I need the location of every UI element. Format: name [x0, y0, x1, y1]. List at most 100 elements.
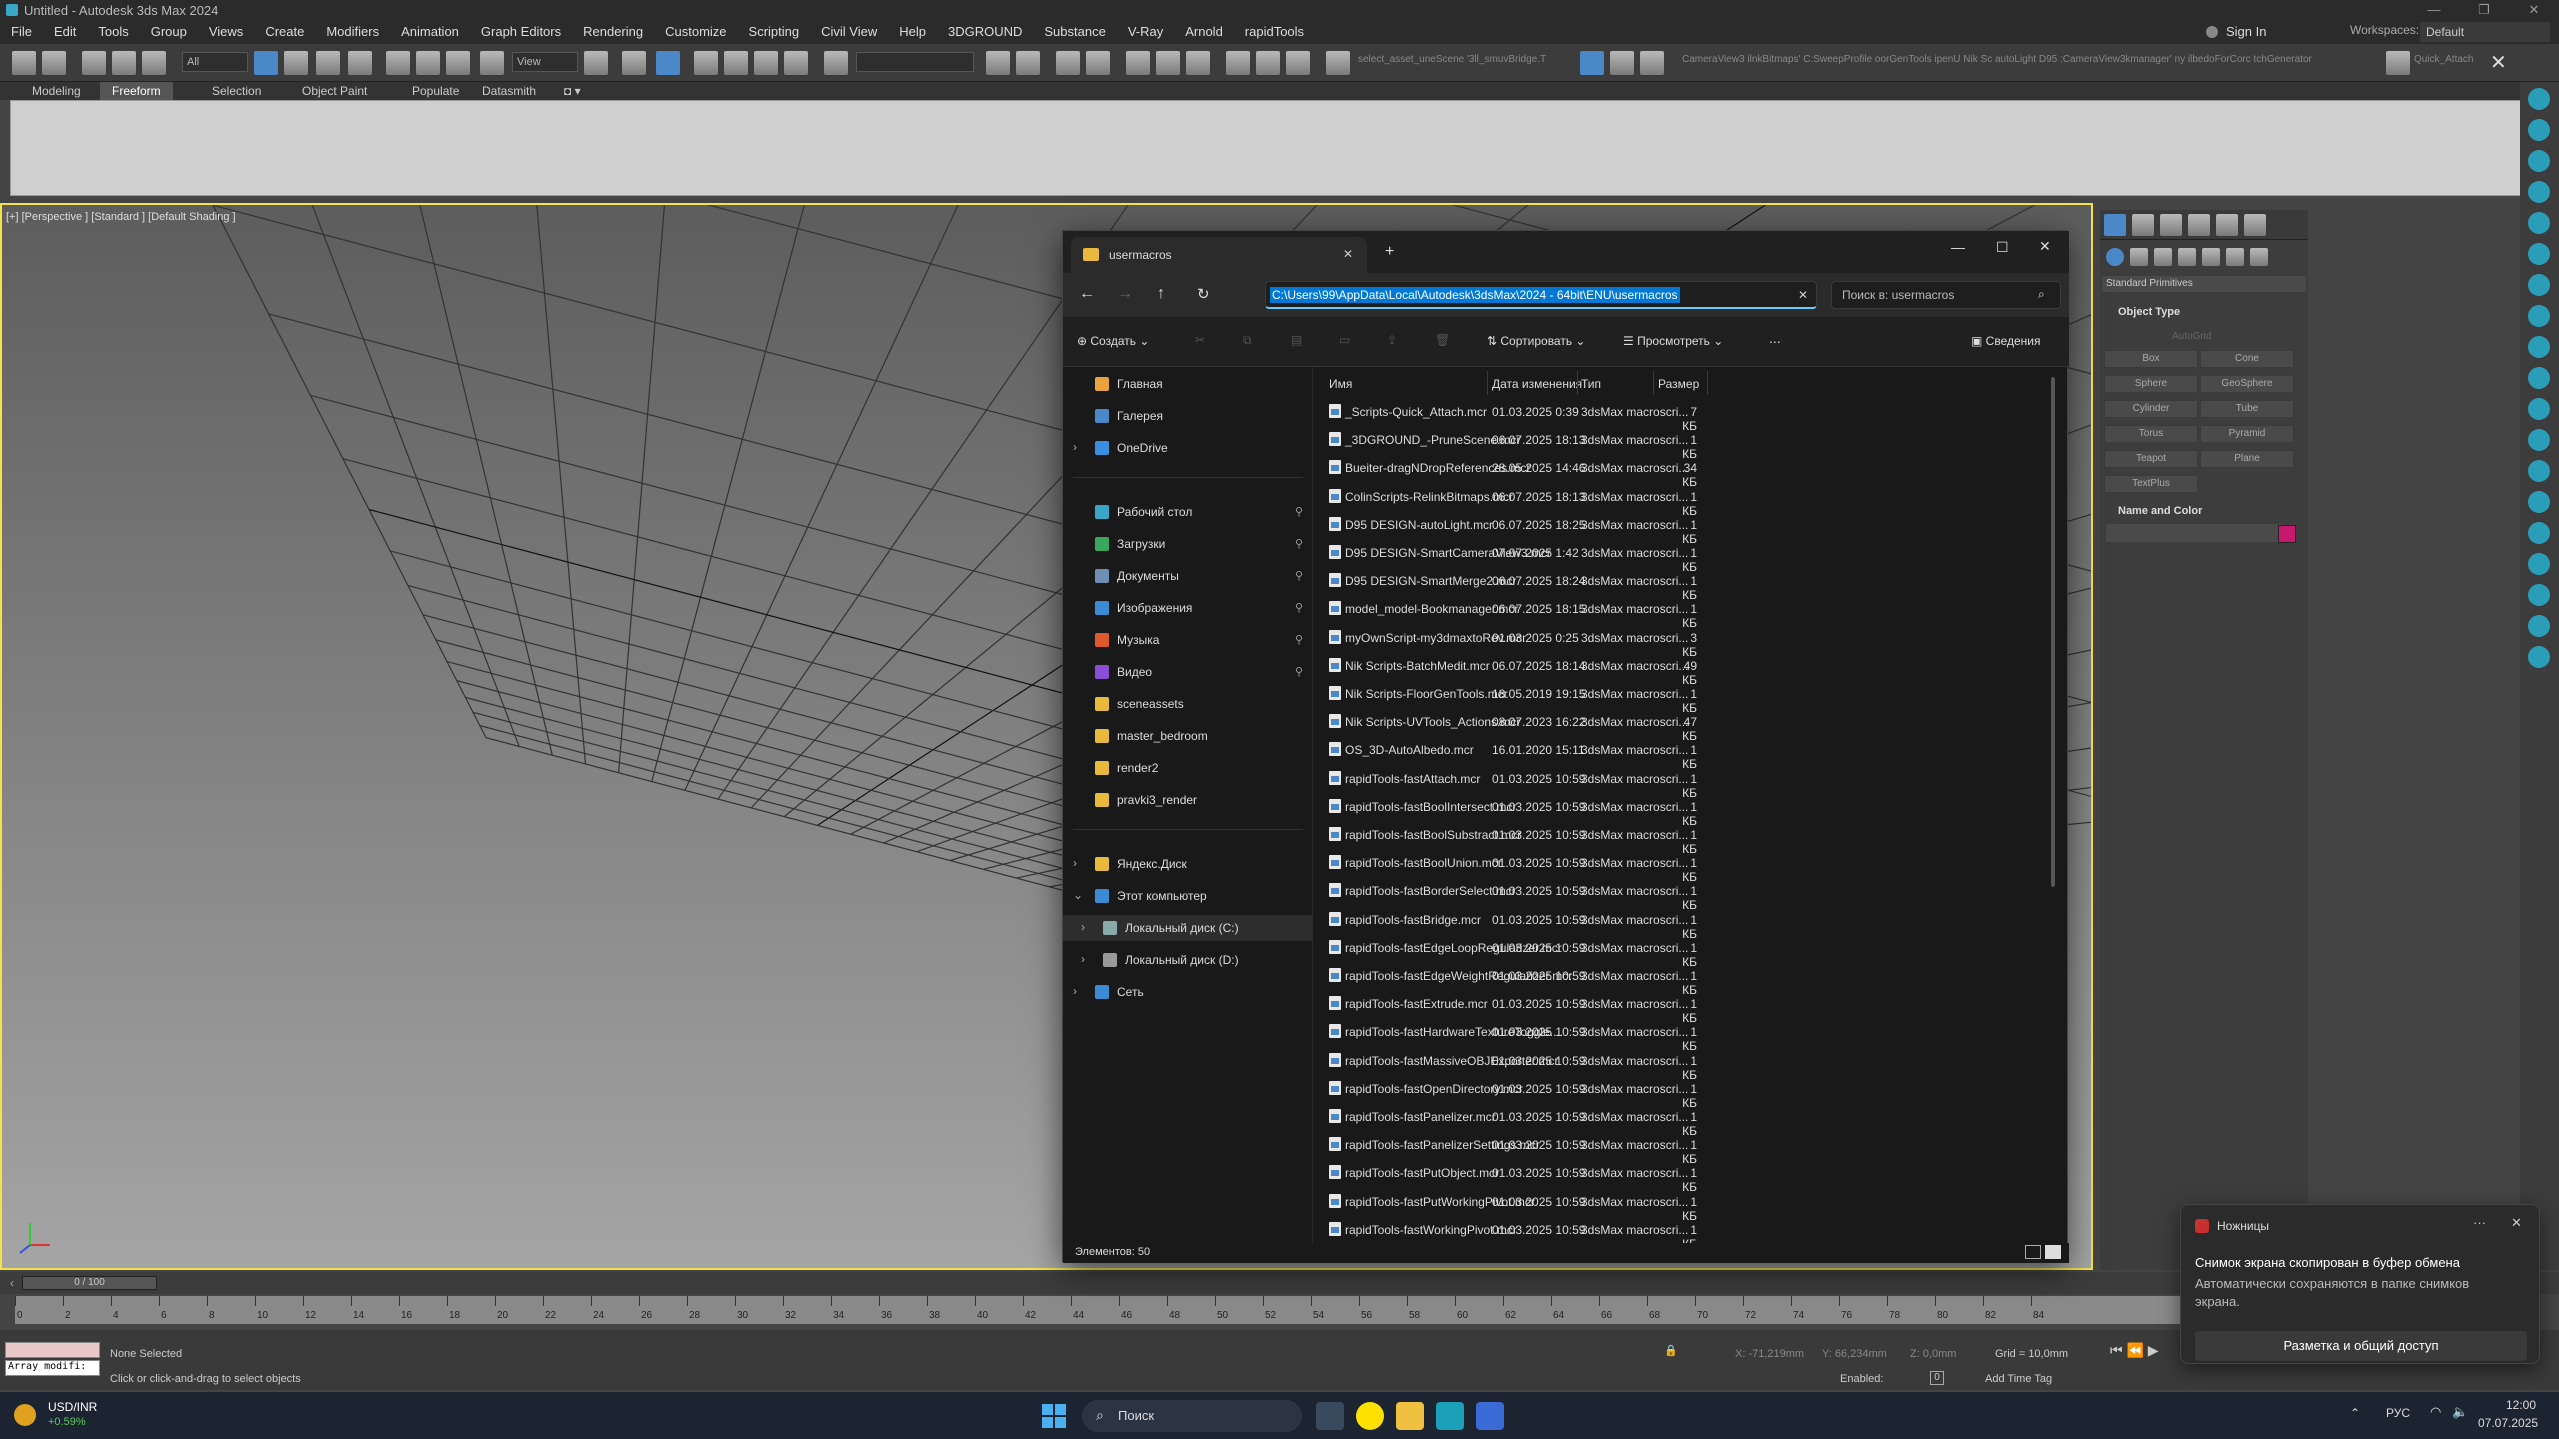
minimize-button[interactable]: — [2409, 0, 2459, 20]
unlink-icon[interactable] [112, 51, 136, 75]
view-button[interactable]: ☰ Просмотреть ⌄ [1623, 334, 1723, 348]
menu-civil-view[interactable]: Civil View [810, 20, 888, 44]
mirror-icon[interactable] [986, 51, 1010, 75]
proxy-icon[interactable] [2528, 398, 2550, 420]
pivot-icon[interactable] [584, 51, 608, 75]
file-row[interactable]: D95 DESIGN-SmartCameraView3.mcr 07.07.202… [1321, 538, 2061, 574]
nav-item-4[interactable]: Загрузки ⚲ [1063, 531, 1313, 557]
file-row[interactable]: model_model-Bookmanager.mcr 06.07.2025 18… [1321, 594, 2061, 630]
name-color-header[interactable]: Name and Color [2118, 505, 2202, 517]
asset-icon[interactable] [2528, 553, 2550, 575]
file-row[interactable]: rapidTools-fastPanelizerSettings.mcr 01.0… [1321, 1130, 2061, 1166]
copy-icon[interactable]: ⧉ [1243, 333, 1252, 348]
file-row[interactable]: rapidTools-fastBoolSubstract.mcr 01.03.20… [1321, 820, 2061, 856]
explorer-tab[interactable]: usermacros ✕ [1071, 237, 1367, 273]
rotate-icon[interactable] [416, 51, 440, 75]
file-row[interactable]: rapidTools-fastPutObject.mcr 01.03.2025 1… [1321, 1158, 2061, 1194]
address-input[interactable]: C:\Users\99\AppData\Local\Autodesk\3dsMa… [1265, 281, 1817, 309]
nav-item-6[interactable]: Изображения ⚲ [1063, 595, 1313, 621]
file-explorer-taskbar-icon[interactable] [1396, 1402, 1424, 1430]
menu-substance[interactable]: Substance [1033, 20, 1116, 44]
lights-icon[interactable] [2154, 248, 2172, 266]
more-options-button[interactable]: ... [1769, 330, 1781, 346]
menu-rapidtools[interactable]: rapidTools [1234, 20, 1315, 44]
scene-explorer-icon[interactable] [2528, 88, 2550, 110]
primitive-pyramid-button[interactable]: Pyramid [2200, 425, 2294, 443]
named-selection-sets-dropdown[interactable] [856, 52, 974, 72]
column-date[interactable]: Дата изменения [1492, 377, 1582, 391]
nav-item-2[interactable]: › OneDrive [1063, 435, 1313, 461]
nav-expand-chevron-icon[interactable]: › [1073, 984, 1077, 998]
nav-expand-chevron-icon[interactable]: › [1073, 440, 1077, 454]
file-row[interactable]: Nik Scripts-BatchMedit.mcr 06.07.2025 18:… [1321, 651, 2061, 687]
search-input[interactable]: Поиск в: usermacros ⌕ [1831, 281, 2061, 309]
nav-expand-chevron-icon[interactable]: › [1081, 952, 1085, 966]
dome-icon[interactable] [2528, 646, 2550, 668]
ies-icon[interactable] [2528, 584, 2550, 606]
file-row[interactable]: rapidTools-fastBorderSelect.mcr 01.03.202… [1321, 876, 2061, 912]
ref-coord-dropdown[interactable]: View [512, 52, 578, 72]
coord-y[interactable]: Y: 66,234mm [1822, 1348, 1887, 1360]
cut-icon[interactable]: ✂ [1195, 333, 1205, 347]
menu-group[interactable]: Group [140, 20, 198, 44]
paste-icon[interactable]: ▤ [1291, 333, 1302, 347]
nav-item-15[interactable]: › Локальный диск (C:) [1063, 915, 1313, 941]
markup-share-button[interactable]: Разметка и общий доступ [2195, 1331, 2527, 1361]
named-selection-icon[interactable] [824, 51, 848, 75]
scene-explorer-icon[interactable] [1056, 51, 1080, 75]
refresh-icon[interactable] [1640, 51, 1664, 75]
material-editor-icon[interactable] [1226, 51, 1250, 75]
menu-3dground[interactable]: 3DGROUND [937, 20, 1033, 44]
schematic-view-icon[interactable] [1186, 51, 1210, 75]
autogrid-checkbox[interactable]: AutoGrid [2172, 331, 2211, 342]
column-separator[interactable] [1653, 371, 1654, 395]
check-icon[interactable] [1610, 51, 1634, 75]
menu-create[interactable]: Create [254, 20, 315, 44]
spinner-snap-icon[interactable] [784, 51, 808, 75]
menu-scripting[interactable]: Scripting [738, 20, 811, 44]
file-row[interactable]: rapidTools-fastOpenDirectory.mcr 01.03.20… [1321, 1074, 2061, 1110]
nav-item-9[interactable]: sceneassets [1063, 691, 1313, 717]
file-row[interactable]: rapidTools-fastPanelizer.mcr 01.03.2025 1… [1321, 1102, 2061, 1138]
details-pane-button[interactable]: ▣ Сведения [1971, 334, 2041, 348]
clock-time[interactable]: 12:00 [2484, 1398, 2536, 1412]
pin-icon[interactable]: ⚲ [1295, 665, 1303, 678]
menu-animation[interactable]: Animation [390, 20, 470, 44]
nav-item-0[interactable]: Главная [1063, 371, 1313, 397]
render-icon[interactable] [2528, 274, 2550, 296]
angle-snap-icon[interactable] [724, 51, 748, 75]
column-name[interactable]: Имя [1329, 377, 1352, 391]
file-row[interactable]: _3DGROUND_-PruneScene.mcr 06.07.2025 18:1… [1321, 425, 2061, 461]
select-object-icon[interactable] [254, 51, 278, 75]
gear-icon[interactable] [2528, 367, 2550, 389]
file-row[interactable]: OS_3D-AutoAlbedo.mcr 16.01.2020 15:11 3dsM… [1321, 735, 2061, 771]
coord-z[interactable]: Z: 0,0mm [1910, 1348, 1956, 1360]
light-icon[interactable] [2528, 336, 2550, 358]
modify-tab-icon[interactable] [2132, 214, 2154, 236]
new-tab-icon[interactable]: + [1385, 243, 1394, 261]
primitive-textplus-button[interactable]: TextPlus [2104, 475, 2198, 493]
address-clear-icon[interactable]: ✕ [1798, 288, 1808, 302]
menu-arnold[interactable]: Arnold [1174, 20, 1234, 44]
file-row[interactable]: rapidTools-fastPutWorkingPivot.mcr 01.03.… [1321, 1187, 2061, 1223]
ribbon-tab-modeling[interactable]: Modeling [20, 82, 93, 100]
systems-icon[interactable] [2250, 248, 2268, 266]
rect-selection-icon[interactable] [316, 51, 340, 75]
file-row[interactable]: rapidTools-fastMassiveOBJExporter.mcr 01.… [1321, 1046, 2061, 1082]
object-color-swatch[interactable] [2278, 525, 2296, 543]
move-icon[interactable] [386, 51, 410, 75]
sign-in-button[interactable]: Sign In [2200, 23, 2320, 41]
vray-icon[interactable] [1580, 51, 1604, 75]
ribbon-tab-object-paint[interactable]: Object Paint [290, 82, 379, 100]
nav-item-16[interactable]: › Локальный диск (D:) [1063, 947, 1313, 973]
viewport-label[interactable]: [+] [Perspective ] [Standard ] [Default … [6, 211, 236, 223]
primitive-tube-button[interactable]: Tube [2200, 400, 2294, 418]
large-icons-view-icon[interactable] [2045, 1245, 2061, 1259]
file-row[interactable]: _Scripts-Quick_Attach.mcr 01.03.2025 0:39… [1321, 397, 2061, 433]
start-button-icon[interactable] [1042, 1404, 1066, 1428]
nav-item-5[interactable]: Документы ⚲ [1063, 563, 1313, 589]
app-taskbar-icon[interactable] [1476, 1402, 1504, 1430]
column-size[interactable]: Размер [1658, 377, 1699, 391]
create-button[interactable]: ⊕ Создать ⌄ [1077, 334, 1149, 348]
menu-graph-editors[interactable]: Graph Editors [470, 20, 572, 44]
